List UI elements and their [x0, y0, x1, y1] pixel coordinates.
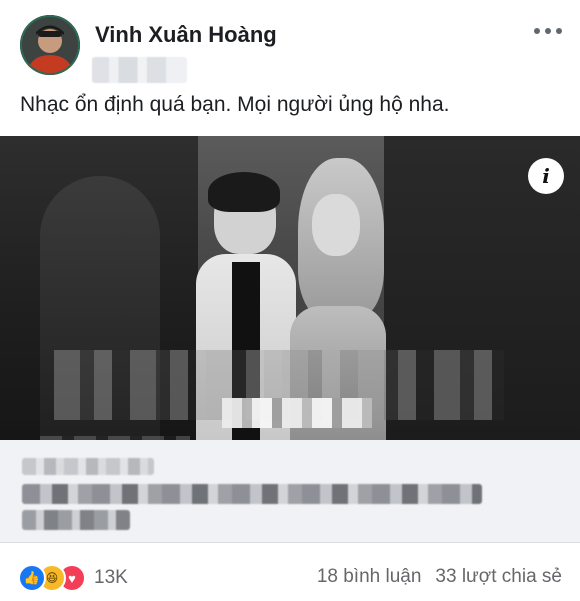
more-options-icon[interactable] [534, 28, 562, 34]
link-subtitle-blurred [22, 510, 130, 530]
info-icon-glyph: i [542, 164, 550, 188]
pixelated-subtitle-overlay [222, 398, 372, 428]
comments-count[interactable]: 18 bình luận [317, 566, 422, 588]
reactions-summary[interactable]: 👍 😆 ♥ 13K [18, 564, 128, 592]
post-stats: 18 bình luận 33 lượt chia sẻ [317, 566, 562, 588]
post-media-image[interactable]: i [0, 136, 580, 440]
male-figure-hair [208, 172, 280, 212]
post-timestamp-blurred[interactable] [92, 57, 187, 83]
facebook-post: Vinh Xuân Hoàng Nhạc ổn định quá bạn. Mọ… [0, 0, 580, 601]
info-icon[interactable]: i [528, 158, 564, 194]
like-icon: 👍 [18, 564, 46, 592]
reaction-count[interactable]: 13K [94, 567, 128, 589]
shares-count[interactable]: 33 lượt chia sẻ [435, 566, 562, 588]
author-avatar[interactable] [20, 15, 80, 75]
link-title-blurred [22, 484, 482, 504]
female-figure-face [312, 194, 360, 256]
author-name[interactable]: Vinh Xuân Hoàng [95, 22, 277, 48]
link-domain-blurred [22, 458, 154, 475]
post-caption: Nhạc ổn định quá bạn. Mọi người ủng hộ n… [20, 93, 450, 116]
